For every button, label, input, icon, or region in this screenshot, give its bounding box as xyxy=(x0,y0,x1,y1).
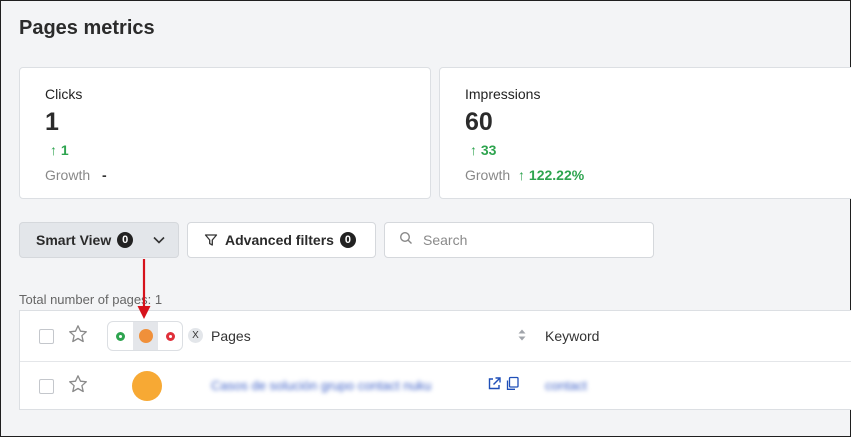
annotation-arrow-icon xyxy=(134,259,154,326)
row-checkbox[interactable] xyxy=(39,379,54,394)
impressions-value: 60 xyxy=(465,108,493,136)
advanced-filters-count-badge: 0 xyxy=(339,232,356,248)
keyword-link[interactable]: contact xyxy=(545,378,587,393)
smart-view-button[interactable]: Smart View 0 xyxy=(19,222,179,258)
clicks-delta: ↑ 1 xyxy=(50,142,69,158)
clicks-growth: Growth - xyxy=(45,167,107,183)
smart-view-count-badge: 0 xyxy=(117,232,134,248)
external-link-icon[interactable] xyxy=(487,376,502,396)
copy-icon[interactable] xyxy=(505,376,520,396)
impressions-card: Impressions 60 ↑ 33 Growth ↑ 122.22% xyxy=(439,67,851,199)
clicks-delta-value: 1 xyxy=(60,142,69,158)
arrow-up-icon: ↑ xyxy=(518,167,526,183)
clicks-value: 1 xyxy=(45,108,59,136)
impressions-growth-value: ↑ 122.22% xyxy=(518,167,584,183)
status-filter-green[interactable] xyxy=(108,322,133,350)
impressions-label: Impressions xyxy=(465,86,541,102)
impressions-growth-percent: 122.22% xyxy=(528,167,585,183)
advanced-filters-label: Advanced filters xyxy=(225,232,334,248)
star-icon[interactable] xyxy=(68,324,88,349)
column-header-pages[interactable]: Pages xyxy=(211,328,251,344)
arrow-up-icon: ↑ xyxy=(470,142,477,158)
table-row: Casos de solución grupo contact nuku con… xyxy=(20,361,851,411)
status-filter-red[interactable] xyxy=(158,322,183,350)
growth-label: Growth xyxy=(465,167,511,183)
page-title: Pages metrics xyxy=(19,17,155,39)
green-ring-icon xyxy=(116,331,125,341)
clicks-card: Clicks 1 ↑ 1 Growth - xyxy=(19,67,431,199)
impressions-delta: ↑ 33 xyxy=(470,142,496,158)
clear-status-filter-button[interactable]: X xyxy=(188,328,203,343)
row-status-indicator xyxy=(132,371,162,401)
clicks-label: Clicks xyxy=(45,86,83,102)
impressions-delta-value: 33 xyxy=(480,142,497,158)
search-icon xyxy=(399,231,413,250)
column-header-keyword[interactable]: Keyword xyxy=(545,328,599,344)
smart-view-label: Smart View xyxy=(36,232,112,248)
growth-label: Growth xyxy=(45,167,91,183)
funnel-icon xyxy=(204,233,218,247)
search-input[interactable] xyxy=(421,231,645,249)
chevron-down-icon[interactable] xyxy=(152,233,166,250)
clicks-growth-value: - xyxy=(102,167,107,183)
search-box xyxy=(384,222,654,258)
orange-dot-icon xyxy=(138,329,153,343)
sort-icon[interactable] xyxy=(517,327,527,348)
status-filter-orange[interactable] xyxy=(133,322,158,350)
advanced-filters-button[interactable]: Advanced filters 0 xyxy=(187,222,376,258)
red-ring-icon xyxy=(166,331,175,341)
page-url-link[interactable]: Casos de solución grupo contact nuku xyxy=(211,378,431,393)
select-all-checkbox[interactable] xyxy=(39,329,54,344)
arrow-up-icon: ↑ xyxy=(50,142,57,158)
star-icon[interactable] xyxy=(68,374,88,399)
impressions-growth: Growth ↑ 122.22% xyxy=(465,167,584,183)
